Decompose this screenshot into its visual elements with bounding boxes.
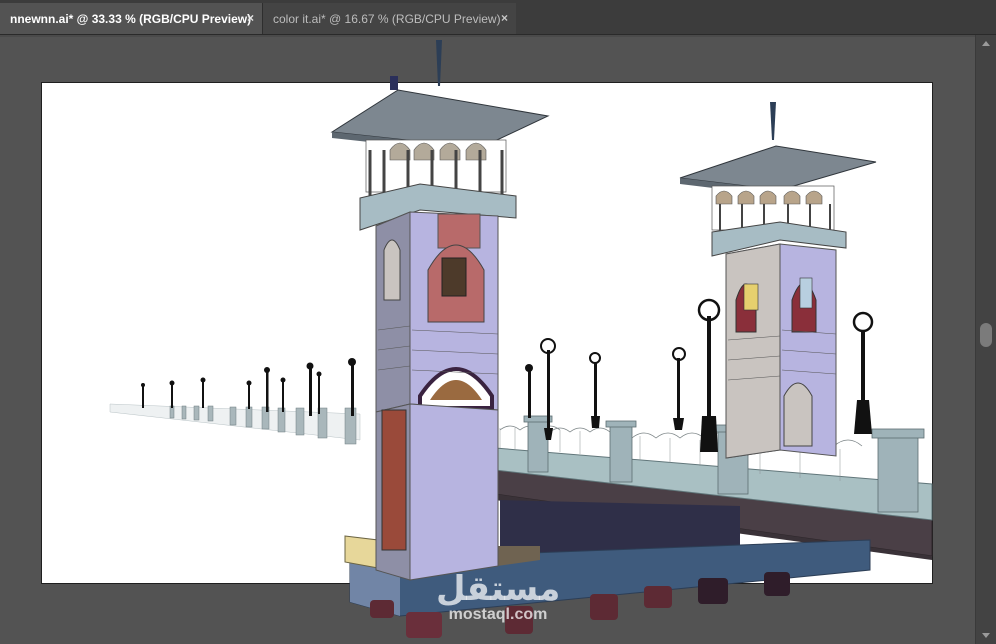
scroll-up-icon[interactable] xyxy=(982,41,990,46)
vertical-scrollbar[interactable] xyxy=(975,35,996,644)
scroll-thumb[interactable] xyxy=(980,323,992,347)
watermark-latin: mostaql.com xyxy=(448,606,548,623)
scroll-down-icon[interactable] xyxy=(982,633,990,638)
mostaql-watermark: مستقل mostaql.com xyxy=(436,572,560,624)
bridge-illustration[interactable] xyxy=(0,0,976,644)
far-railing xyxy=(109,403,361,445)
watermark-arabic: مستقل xyxy=(436,569,561,609)
